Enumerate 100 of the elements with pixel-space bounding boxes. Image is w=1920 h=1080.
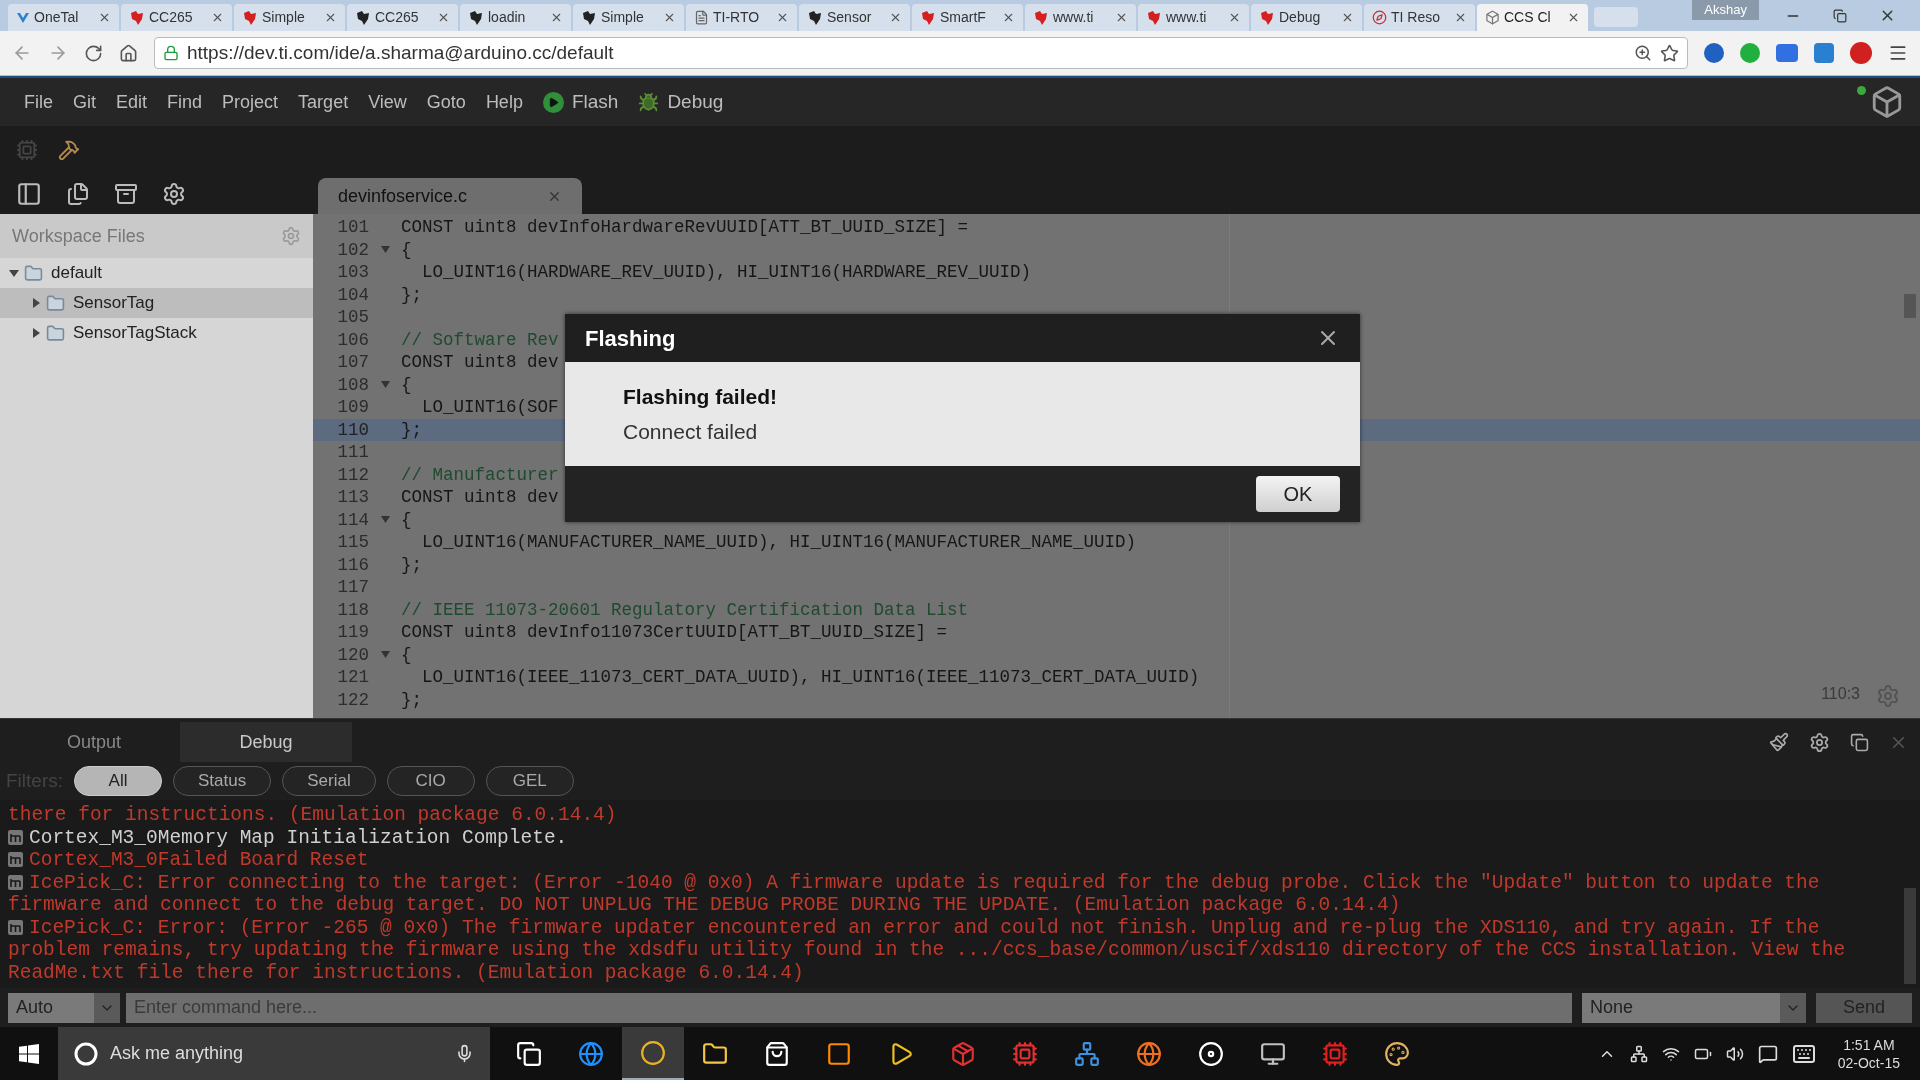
globe-icon	[578, 1040, 604, 1067]
archive-icon[interactable]	[114, 182, 138, 206]
scrollbar[interactable]	[1904, 888, 1916, 984]
fold-caret-icon[interactable]	[380, 246, 390, 254]
menu-item[interactable]: Git	[65, 88, 105, 116]
close-icon[interactable]	[1341, 11, 1354, 24]
browser-tab[interactable]: CC265	[347, 4, 458, 31]
restore-icon[interactable]	[1833, 8, 1847, 23]
reload-icon[interactable]	[84, 43, 103, 63]
browser-tab[interactable]: loadin	[460, 4, 571, 31]
menu-item[interactable]: Edit	[108, 88, 156, 116]
close-icon[interactable]	[550, 11, 563, 24]
close-icon[interactable]	[663, 11, 676, 24]
code-line: };	[401, 553, 422, 577]
brush-icon[interactable]	[1769, 732, 1789, 752]
star-icon[interactable]	[1660, 43, 1679, 63]
close-icon[interactable]	[98, 11, 111, 24]
browser-tab[interactable]: TI-RTO	[686, 4, 797, 31]
browser-tab[interactable]: TI Reso	[1364, 4, 1475, 31]
code-comment: // Software Rev	[401, 328, 559, 352]
folder-icon	[24, 263, 43, 283]
close-icon[interactable]	[776, 11, 789, 24]
extension-icon[interactable]	[1814, 43, 1834, 63]
line-number: 114	[336, 508, 369, 532]
menu-item[interactable]: Target	[290, 88, 357, 116]
filter-chip[interactable]: GEL	[485, 766, 574, 796]
tree-item[interactable]: default	[0, 258, 313, 288]
menu-item[interactable]: Find	[159, 88, 211, 116]
caret-right-icon[interactable]	[30, 327, 42, 339]
zoom-icon[interactable]	[1634, 44, 1652, 62]
debug-button[interactable]: Debug	[630, 87, 732, 117]
settings-icon[interactable]	[162, 182, 186, 206]
extension-icon[interactable]	[1704, 43, 1724, 63]
menu-item[interactable]: Project	[214, 88, 287, 116]
ok-button[interactable]: OK	[1256, 476, 1340, 512]
close-icon[interactable]	[1454, 11, 1467, 24]
extension-icon[interactable]	[1776, 44, 1798, 62]
address-field[interactable]: https://dev.ti.com/ide/a.sharma@arduino.cc/default	[154, 37, 1688, 69]
filter-chip[interactable]: Status	[173, 766, 272, 796]
network-icon[interactable]	[1629, 1044, 1648, 1063]
browser-tab[interactable]: www.ti	[1025, 4, 1136, 31]
close-icon[interactable]	[1002, 11, 1015, 24]
windows-logo-icon[interactable]	[19, 1043, 39, 1064]
dialog-heading: Flashing failed!	[623, 383, 778, 410]
code-line: {	[401, 643, 412, 667]
browser-tab[interactable]: CCS Cl	[1477, 4, 1588, 31]
search-field[interactable]: Ask me anything	[58, 1027, 490, 1080]
browser-tab[interactable]: www.ti	[1138, 4, 1249, 31]
menu-item[interactable]: View	[360, 88, 415, 116]
package-icon	[950, 1040, 976, 1067]
caret-down-icon[interactable]	[8, 267, 20, 279]
caret-right-icon[interactable]	[30, 297, 42, 309]
browser-tab[interactable]: OneTal	[8, 4, 119, 31]
browser-tab[interactable]: Sensor	[799, 4, 910, 31]
close-icon[interactable]	[437, 11, 450, 24]
menu-icon[interactable]	[1888, 43, 1908, 63]
tree-item[interactable]: SensorTag	[0, 288, 313, 318]
close-icon[interactable]	[211, 11, 224, 24]
extension-icon[interactable]	[1850, 42, 1872, 64]
browser-tab[interactable]: CC265	[121, 4, 232, 31]
panel-tab[interactable]: Debug	[180, 722, 352, 762]
target-dropdown[interactable]: None	[1582, 992, 1806, 1023]
files-icon[interactable]	[66, 182, 90, 206]
fold-caret-icon[interactable]	[380, 381, 390, 389]
fold-caret-icon[interactable]	[380, 516, 390, 524]
notification-icon[interactable]	[1757, 1043, 1778, 1064]
filter-chip[interactable]: CIO	[386, 766, 475, 796]
close-icon[interactable]	[1228, 11, 1241, 24]
log-message: there for instructions. (Emulation package 6.0.14.4)	[8, 804, 617, 826]
close-icon[interactable]	[1115, 11, 1128, 24]
close-icon[interactable]	[324, 11, 337, 24]
tree-item[interactable]: SensorTagStack	[0, 318, 313, 348]
restore-icon[interactable]	[1850, 732, 1869, 752]
microphone-icon[interactable]	[455, 1044, 474, 1063]
sidebar-toggle-icon[interactable]	[16, 181, 42, 207]
panel-tab[interactable]: Output	[8, 722, 180, 762]
home-icon[interactable]	[119, 43, 138, 63]
fold-caret-icon[interactable]	[380, 651, 390, 659]
scrollbar[interactable]	[1904, 294, 1916, 318]
browser-tab[interactable]: Simple	[234, 4, 345, 31]
browser-tab[interactable]: Simple	[573, 4, 684, 31]
filter-chip[interactable]: Serial	[282, 766, 376, 796]
browser-tab[interactable]: SmartF	[912, 4, 1023, 31]
speaker-icon[interactable]	[1725, 1044, 1744, 1063]
editor-tab[interactable]: devinfoservice.c	[318, 178, 582, 214]
filter-chip[interactable]: All	[74, 766, 162, 796]
menu-item[interactable]: File	[16, 88, 61, 116]
flash-button[interactable]: Flash	[534, 87, 627, 117]
hammer-icon[interactable]	[58, 139, 80, 161]
browser-tab[interactable]: Debug	[1251, 4, 1362, 31]
menu-item[interactable]: Goto	[418, 88, 474, 116]
clock[interactable]: 1:51 AM 02-Oct-15	[1829, 1035, 1908, 1072]
close-icon[interactable]	[889, 11, 902, 24]
settings-icon[interactable]	[1809, 731, 1830, 753]
monitor-icon	[1260, 1040, 1286, 1067]
mode-dropdown[interactable]: Auto	[8, 992, 120, 1023]
menu-item[interactable]: Help	[477, 88, 531, 116]
extension-icon[interactable]	[1740, 43, 1760, 63]
taskbar-app[interactable]	[622, 1027, 684, 1080]
close-icon[interactable]	[1567, 11, 1580, 24]
